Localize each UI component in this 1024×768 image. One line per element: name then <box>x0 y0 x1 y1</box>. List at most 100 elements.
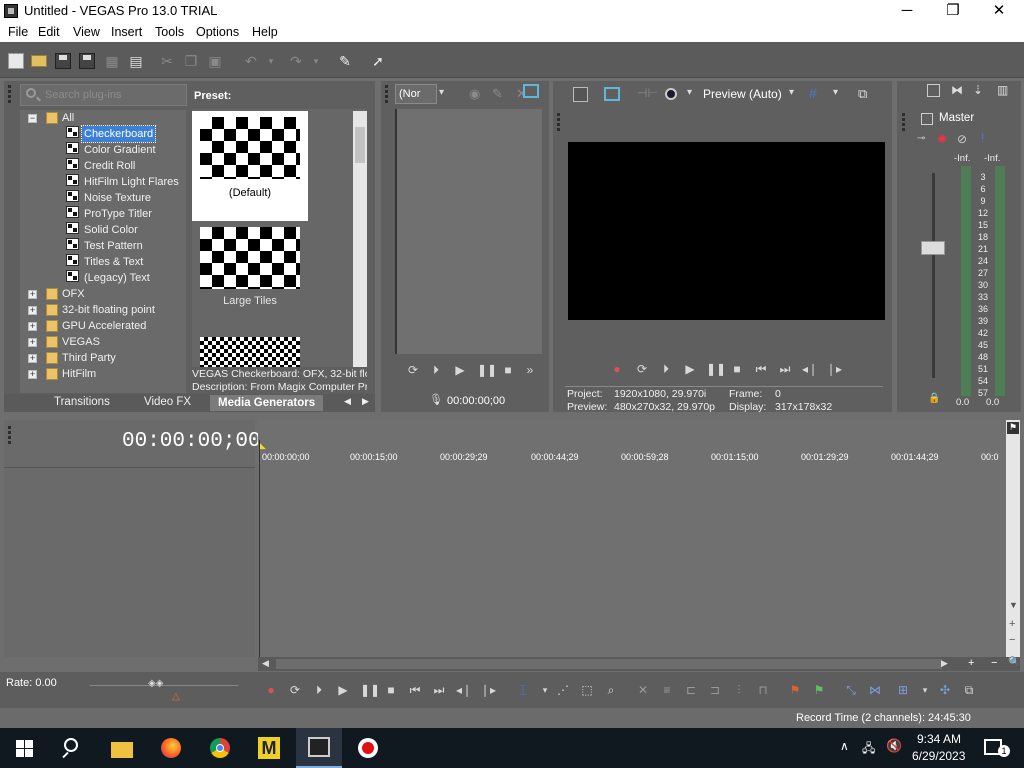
pause-icon[interactable]: ❚❚ <box>360 683 380 697</box>
add-to-timeline-icon[interactable]: ◉ <box>469 86 480 102</box>
tree-node-hitfilm[interactable]: HitFilm <box>62 366 96 382</box>
more-icon[interactable]: » <box>523 363 537 377</box>
clock-time[interactable]: 9:34 AM <box>917 732 961 746</box>
mixer-icon[interactable] <box>927 84 940 97</box>
tree-node-credit-roll[interactable]: Credit Roll <box>84 158 135 174</box>
play-icon[interactable]: ▶ <box>336 683 350 697</box>
trimmer-source-select[interactable]: (Nor <box>395 84 437 104</box>
undo-dropdown-icon[interactable]: ▾ <box>263 53 279 69</box>
fx-icon[interactable]: ✺ <box>937 132 947 146</box>
open-folder-icon[interactable] <box>31 55 47 67</box>
redo-icon[interactable]: ↷ <box>288 53 304 69</box>
go-to-end-icon[interactable]: ⏭ <box>432 683 446 697</box>
close-button[interactable]: ✕ <box>976 0 1022 22</box>
minimize-button[interactable]: ─ <box>884 0 930 22</box>
ripple-edit-icon[interactable]: ⊞ <box>896 683 910 697</box>
zoom-tool-icon[interactable]: 🔍 <box>1008 657 1020 668</box>
tree-node-titles-text[interactable]: Titles & Text <box>84 254 143 270</box>
solo-icon[interactable]: ! <box>981 131 984 145</box>
tree-node-32bit[interactable]: 32-bit floating point <box>62 302 155 318</box>
preset-scrollbar[interactable] <box>353 111 367 367</box>
volume-muted-icon[interactable]: 🔇 <box>886 738 902 754</box>
insert-region-icon[interactable]: ⚑ <box>812 683 826 697</box>
windows-start-icon[interactable] <box>14 736 38 760</box>
search-icon[interactable] <box>60 736 84 760</box>
go-to-start-icon[interactable]: ⏮ <box>408 683 422 697</box>
record-icon[interactable]: ● <box>264 683 278 697</box>
zoom-in-time-icon[interactable]: + <box>968 657 974 669</box>
rate-reset-icon[interactable]: △ <box>172 691 180 702</box>
timeline-vertical-scrollbar[interactable]: ⚑ ▼ + − <box>1006 420 1020 657</box>
scroll-thumb[interactable] <box>355 127 365 163</box>
tree-node-all[interactable]: All <box>62 110 74 126</box>
tab-scroll-left-icon[interactable]: ◀ <box>344 396 351 407</box>
properties-icon[interactable]: ▤ <box>128 53 144 69</box>
render-icon[interactable]: ▦ <box>104 53 120 69</box>
monitor-icon[interactable] <box>523 84 539 98</box>
tab-scroll-right-icon[interactable]: ▶ <box>362 396 369 407</box>
help-pointer-icon[interactable]: ➚ <box>370 53 386 69</box>
firefox-icon[interactable] <box>159 736 183 760</box>
scroll-right-icon[interactable]: ▶ <box>941 658 948 669</box>
menu-options[interactable]: Options <box>196 25 239 39</box>
panel-drag-handle[interactable] <box>8 426 11 446</box>
play-from-start-icon[interactable]: ⏵ <box>659 362 673 376</box>
chevron-down-icon[interactable]: ▾ <box>918 683 932 697</box>
delete-icon[interactable]: ✕ <box>636 683 650 697</box>
redo-dropdown-icon[interactable]: ▾ <box>308 53 324 69</box>
external-monitor-icon[interactable] <box>604 87 620 101</box>
network-icon[interactable]: 🖧 <box>862 739 875 760</box>
tree-node-ofx[interactable]: OFX <box>62 286 85 302</box>
go-to-start-icon[interactable]: ⏮ <box>754 362 768 376</box>
next-frame-icon[interactable]: ❘▸ <box>480 683 496 697</box>
chevron-down-icon[interactable]: ▾ <box>789 87 794 98</box>
chevron-down-icon[interactable]: ▾ <box>833 87 838 98</box>
next-frame-icon[interactable]: ❘▸ <box>826 362 842 376</box>
preview-properties-icon[interactable] <box>573 87 588 102</box>
menu-insert[interactable]: Insert <box>111 25 142 39</box>
play-from-start-icon[interactable]: ⏵ <box>429 363 443 377</box>
tab-transitions[interactable]: Transitions <box>54 396 110 408</box>
chevron-down-icon[interactable]: ▾ <box>439 87 444 98</box>
mute-icon[interactable]: ⊘ <box>957 132 967 146</box>
snap-icon[interactable]: ⤡ <box>844 683 858 697</box>
tree-node-legacy-text[interactable]: (Legacy) Text <box>84 270 150 286</box>
zoom-minus-icon[interactable]: − <box>1009 634 1015 646</box>
preset-large-tiles[interactable]: Large Tiles <box>192 225 308 335</box>
copy-icon[interactable]: ❐ <box>183 53 199 69</box>
expand-icon[interactable]: + <box>28 290 37 299</box>
maximize-button[interactable]: ❐ <box>930 0 976 22</box>
panel-drag-handle[interactable] <box>902 113 905 133</box>
tab-media-generators[interactable]: Media Generators <box>210 395 324 411</box>
zoom-in-icon[interactable]: ▼ <box>1009 600 1018 610</box>
chevron-down-icon[interactable]: ▾ <box>687 87 692 98</box>
collapse-icon[interactable]: − <box>28 114 37 123</box>
tree-node-vegas[interactable]: VEGAS <box>62 334 100 350</box>
record-app-icon[interactable] <box>356 736 380 760</box>
menu-tools[interactable]: Tools <box>155 25 184 39</box>
tree-node-gpu-accelerated[interactable]: GPU Accelerated <box>62 318 146 334</box>
tree-node-third-party[interactable]: Third Party <box>62 350 116 366</box>
play-from-start-icon[interactable]: ⏵ <box>312 683 326 697</box>
timeline-area[interactable]: ◣ 00:00:00;00 00:00:15;00 00:00:29;29 00… <box>258 420 1006 657</box>
split-screen-icon[interactable]: ⊣⊢ <box>637 86 658 100</box>
tree-node-protype-titler[interactable]: ProType Titler <box>84 206 152 222</box>
chevron-up-icon[interactable]: ∧ <box>840 739 849 753</box>
go-to-end-icon[interactable]: ⏭ <box>778 362 792 376</box>
lock-icon[interactable]: 🔒 <box>928 393 940 404</box>
loop-icon[interactable]: ⟳ <box>406 363 420 377</box>
cut-icon[interactable]: ✂ <box>159 53 175 69</box>
previous-frame-icon[interactable]: ◂❘ <box>802 362 818 376</box>
record-icon[interactable]: ● <box>610 362 624 376</box>
timeline-horizontal-scrollbar[interactable]: ◀ ▶ + − 🔍 <box>258 657 1020 671</box>
menu-file[interactable]: File <box>8 25 28 39</box>
lock-envelopes-icon[interactable]: ✣ <box>938 683 952 697</box>
normal-edit-tool-icon[interactable]: ⌶ <box>516 683 530 697</box>
play-icon[interactable]: ▶ <box>453 363 467 377</box>
brush-icon[interactable]: ✎ <box>337 53 353 69</box>
trim-start-icon[interactable]: ⊏ <box>684 683 698 697</box>
chevron-down-icon[interactable]: ▾ <box>538 683 552 697</box>
file-explorer-icon[interactable] <box>110 736 134 760</box>
app-m-icon[interactable]: M <box>257 736 281 760</box>
stop-icon[interactable]: ■ <box>501 363 515 377</box>
